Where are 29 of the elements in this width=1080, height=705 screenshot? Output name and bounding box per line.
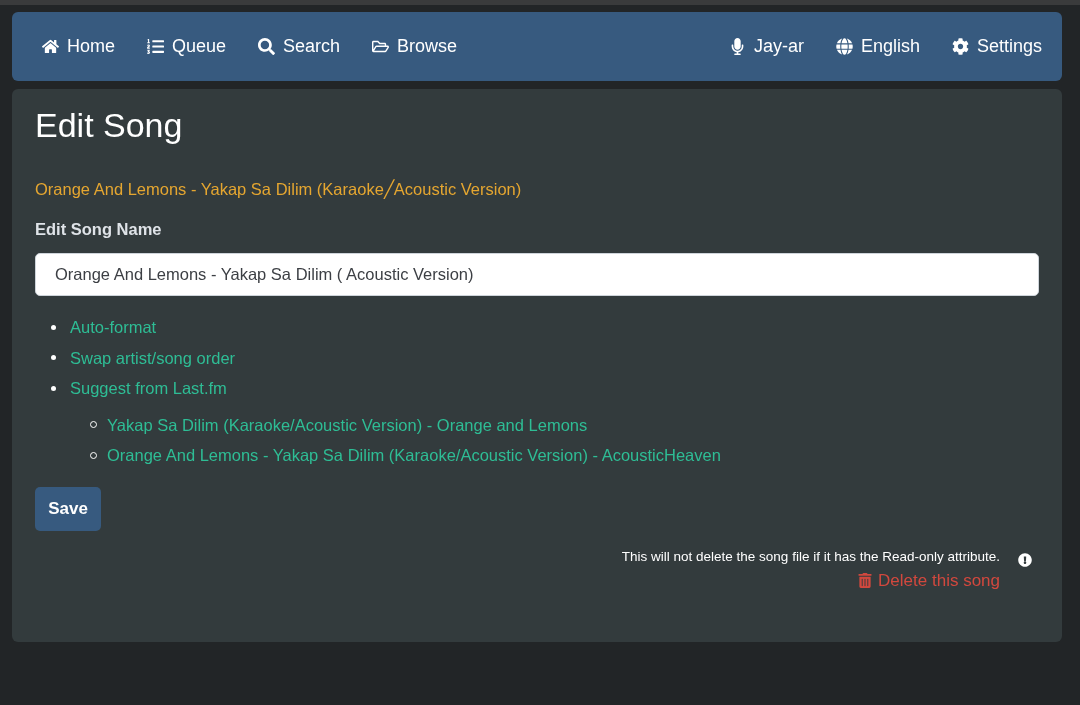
- bullet-icon: [51, 385, 56, 391]
- nav-link[interactable]: Search: [258, 36, 341, 57]
- numbered-list-icon: [147, 38, 164, 55]
- nav-link[interactable]: Settings: [951, 36, 1042, 57]
- bullet-icon: [51, 324, 56, 330]
- save-button[interactable]: Save: [35, 486, 101, 531]
- action-link[interactable]: Suggest from Last.fm: [70, 377, 227, 400]
- action-link[interactable]: Auto-format: [70, 316, 157, 339]
- action-link[interactable]: Swap artist/song order: [70, 346, 236, 369]
- nav-link[interactable]: Browse: [372, 36, 458, 57]
- page-title: Edit Song: [35, 105, 184, 146]
- nav-link[interactable]: Home: [42, 36, 115, 57]
- bullet-icon: [51, 355, 56, 361]
- nav-link[interactable]: Jay-ar: [728, 36, 804, 57]
- home-icon: [42, 38, 59, 55]
- trash-icon: [858, 573, 873, 588]
- settings-icon: [951, 38, 969, 55]
- delete-note: This will not delete the song file if it has the Read-only attribute.: [621, 547, 1000, 566]
- search-icon: [258, 38, 276, 55]
- suggestion-link[interactable]: Orange And Lemons - Yakap Sa Dilim (Karaoke/Acoustic Version) - AcousticHeaven: [107, 444, 721, 467]
- nav-link[interactable]: Queue: [147, 36, 227, 57]
- current-song-name: Orange And Lemons - Yakap Sa Dilim (Karaoke╱Acoustic Version): [35, 178, 523, 201]
- song-name-field[interactable]: Orange And Lemons - Yakap Sa Dilim ( Acoustic Version): [35, 253, 1039, 296]
- exclamation-icon: [1018, 552, 1032, 567]
- folder-icon: [372, 38, 390, 55]
- globe-icon: [835, 38, 853, 55]
- field-label: Edit Song Name: [35, 219, 163, 240]
- suggestion-link[interactable]: Yakap Sa Dilim (Karaoke/Acoustic Version) - Orange and Lemons: [107, 413, 588, 436]
- nav-link[interactable]: English: [835, 36, 920, 57]
